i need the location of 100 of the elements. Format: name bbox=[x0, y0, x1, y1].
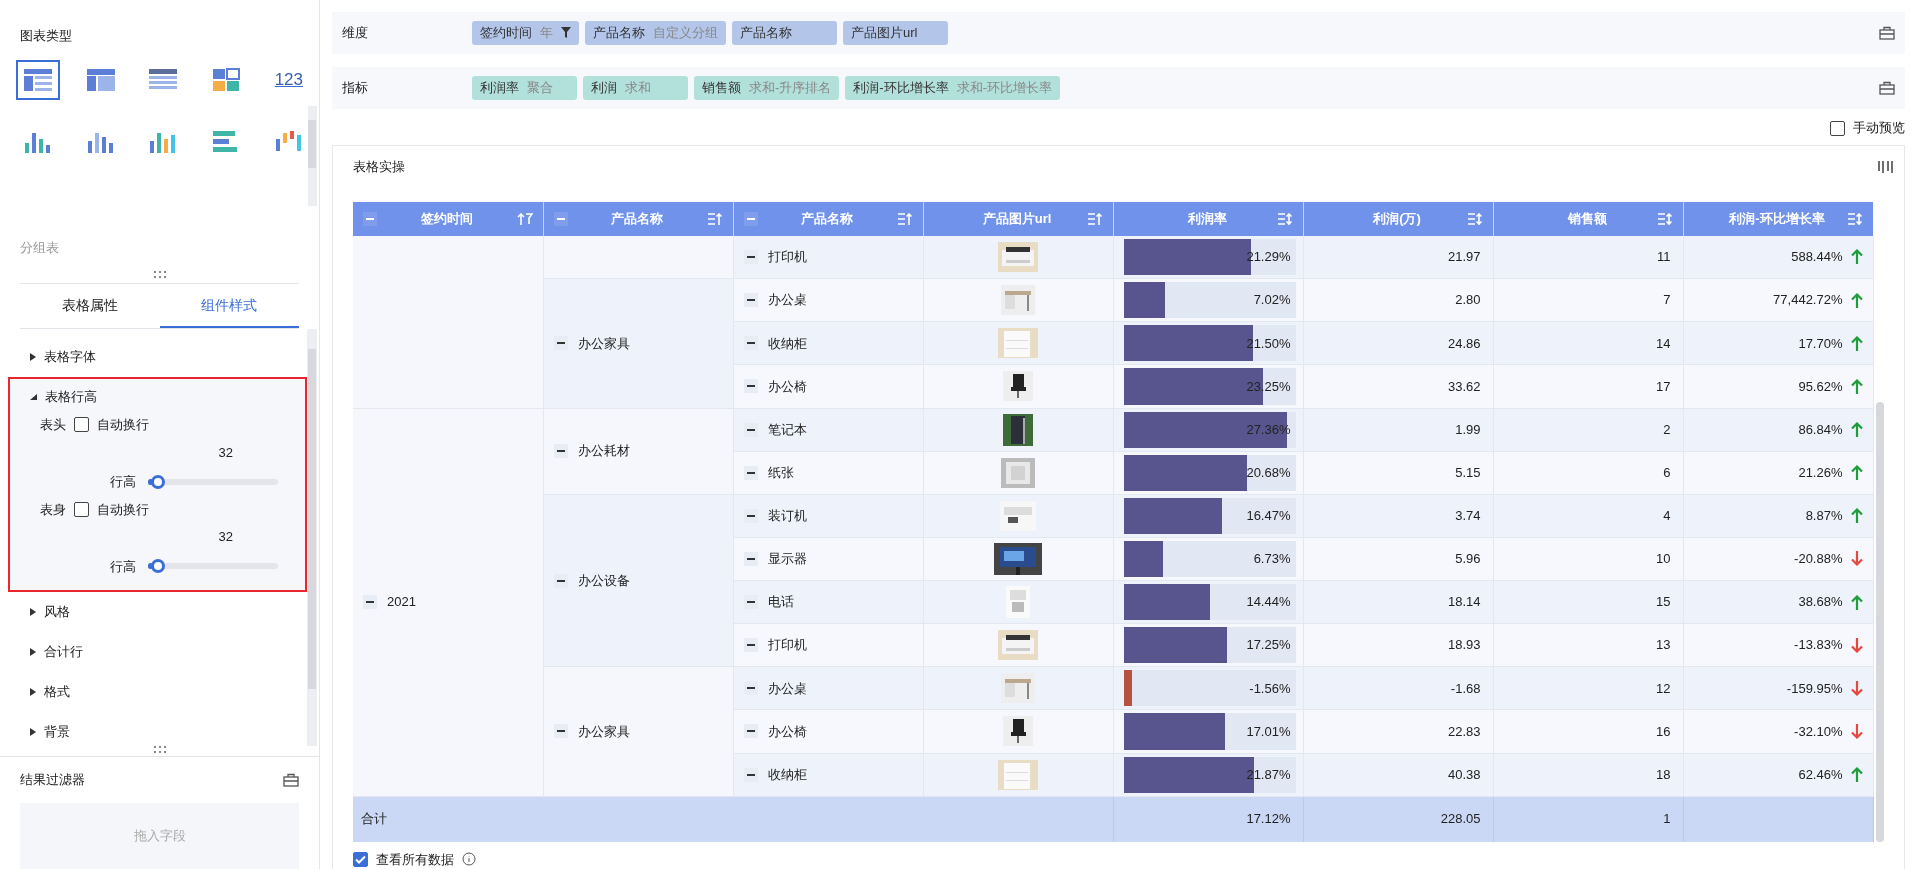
collapse-icon[interactable] bbox=[743, 465, 758, 480]
section-header[interactable]: 背景 bbox=[10, 714, 70, 746]
field-label: 指标 bbox=[342, 78, 369, 97]
row-label: 表身 bbox=[40, 500, 66, 519]
checkbox[interactable] bbox=[74, 501, 89, 517]
caret-icon bbox=[30, 728, 36, 736]
table-cell-text: 收纳柜 bbox=[767, 765, 807, 784]
drag-handle-icon[interactable] bbox=[152, 271, 167, 279]
collapse-icon[interactable] bbox=[743, 422, 758, 437]
table-cell-text: 办公椅 bbox=[767, 377, 807, 396]
scrollbar[interactable] bbox=[307, 329, 317, 746]
field-tag[interactable]: 利润 求和 bbox=[583, 75, 688, 100]
sort-icon[interactable] bbox=[516, 212, 533, 225]
sort-icon[interactable] bbox=[706, 212, 723, 225]
table-cell: 5.15 bbox=[1455, 464, 1481, 480]
sort-icon[interactable] bbox=[1846, 212, 1863, 225]
chart-name: 分组表 bbox=[20, 239, 59, 255]
collapse-icon[interactable] bbox=[553, 444, 568, 459]
collapse-icon[interactable] bbox=[553, 724, 568, 739]
section-header[interactable]: 格式 bbox=[10, 674, 70, 710]
briefcase-icon[interactable] bbox=[1879, 80, 1895, 95]
collapse-icon[interactable] bbox=[743, 293, 758, 308]
tab[interactable]: 表格属性 bbox=[20, 284, 160, 328]
field-tag[interactable]: 销售额 求和-升序排名 bbox=[694, 75, 840, 100]
slider-label: 行高 bbox=[110, 557, 136, 576]
caret-icon bbox=[30, 353, 36, 361]
table-cell-text: 办公耗材 bbox=[577, 442, 630, 461]
section-header[interactable]: 表格行高 bbox=[10, 379, 97, 415]
table-title: 表格实操 bbox=[353, 157, 405, 176]
collapse-icon[interactable] bbox=[743, 551, 758, 566]
table-cell-text: -13.83% bbox=[1794, 636, 1843, 655]
filter-icon[interactable] bbox=[561, 27, 571, 39]
collapse-icon[interactable] bbox=[553, 573, 568, 588]
sort-icon[interactable] bbox=[896, 212, 913, 225]
section-title: 图表类型 bbox=[20, 28, 72, 43]
table-cell: 18.14 bbox=[1447, 594, 1481, 610]
collapse-icon[interactable] bbox=[743, 681, 758, 696]
caret-icon bbox=[30, 688, 36, 696]
info-icon[interactable] bbox=[462, 852, 476, 867]
sort-icon[interactable] bbox=[1086, 212, 1103, 225]
section-header[interactable]: 表格字体 bbox=[10, 339, 96, 375]
field-tag[interactable]: 产品名称 bbox=[732, 20, 837, 45]
table-chart-icon bbox=[23, 67, 53, 92]
field-tag[interactable]: 产品名称 自定义分组 bbox=[585, 20, 726, 45]
table-cell: 11 bbox=[1657, 249, 1671, 265]
briefcase-icon[interactable] bbox=[1879, 25, 1895, 40]
chart-type-button[interactable]: 123 bbox=[266, 59, 308, 100]
section-header[interactable]: 合计行 bbox=[10, 634, 83, 670]
sort-icon[interactable] bbox=[1276, 212, 1293, 225]
field-label: 维度 bbox=[342, 24, 369, 43]
columns-icon[interactable] bbox=[1878, 159, 1894, 174]
table-cell: 1 bbox=[1663, 811, 1671, 827]
chart-type-button[interactable] bbox=[16, 59, 60, 100]
table-cell: 40.38 bbox=[1447, 766, 1481, 782]
table-cell-text: -1.56% bbox=[1249, 679, 1291, 698]
collapse-icon[interactable] bbox=[743, 595, 758, 610]
collapse-icon[interactable] bbox=[743, 724, 758, 739]
sort-icon[interactable] bbox=[1466, 212, 1483, 225]
bar-chart-icon bbox=[273, 128, 304, 153]
table-cell: 13 bbox=[1656, 637, 1671, 653]
table-cell-text: 588.44% bbox=[1791, 248, 1843, 267]
table-chart-icon bbox=[148, 67, 179, 92]
collapse-icon[interactable] bbox=[553, 336, 568, 351]
field-tag[interactable]: 签约时间 年 bbox=[472, 20, 579, 45]
collapse-icon[interactable] bbox=[743, 336, 758, 351]
collapse-icon[interactable] bbox=[743, 638, 758, 653]
checkbox[interactable] bbox=[353, 851, 368, 867]
table-cell: 24.86 bbox=[1447, 335, 1481, 351]
tab[interactable]: 组件样式 bbox=[159, 284, 299, 328]
field-tag[interactable]: 利润-环比增长率 求和-环比增长率 bbox=[845, 75, 1061, 100]
table-cell: 2 bbox=[1663, 421, 1671, 437]
collapse-icon[interactable] bbox=[743, 767, 758, 782]
table-cell-text: 17.25% bbox=[1246, 636, 1291, 655]
table-cell: 15 bbox=[1656, 594, 1671, 610]
collapse-icon[interactable] bbox=[363, 595, 377, 610]
checkbox-label: 自动换行 bbox=[97, 500, 149, 519]
table-cell-text: 6.73% bbox=[1253, 550, 1291, 569]
field-tag[interactable]: 利润率 聚合 bbox=[472, 75, 577, 100]
table-cell-text: 装订机 bbox=[767, 507, 807, 526]
table-cell-text: 办公家具 bbox=[577, 334, 630, 353]
table-cell-text: -20.88% bbox=[1794, 550, 1843, 569]
caret-icon bbox=[30, 608, 36, 616]
table-cell-text: 8.87% bbox=[1805, 507, 1843, 526]
field-tag[interactable]: 产品图片url bbox=[843, 20, 948, 45]
slider[interactable] bbox=[148, 559, 278, 574]
sort-icon[interactable] bbox=[1656, 212, 1673, 225]
section-header[interactable]: 风格 bbox=[10, 594, 70, 630]
table-cell-text: 笔记本 bbox=[767, 420, 807, 439]
slider[interactable] bbox=[148, 474, 278, 489]
table-cell-text: 38.68% bbox=[1798, 593, 1843, 612]
collapse-icon[interactable] bbox=[743, 379, 758, 394]
checkbox[interactable] bbox=[74, 417, 89, 433]
drag-handle-icon[interactable] bbox=[152, 746, 167, 754]
collapse-icon[interactable] bbox=[743, 508, 758, 523]
table-cell-text: 95.62% bbox=[1798, 377, 1843, 396]
checkbox[interactable] bbox=[1830, 120, 1845, 136]
scrollbar[interactable] bbox=[307, 105, 317, 206]
scrollbar[interactable] bbox=[1875, 401, 1884, 842]
collapse-icon[interactable] bbox=[743, 249, 758, 264]
briefcase-icon[interactable] bbox=[283, 773, 299, 787]
